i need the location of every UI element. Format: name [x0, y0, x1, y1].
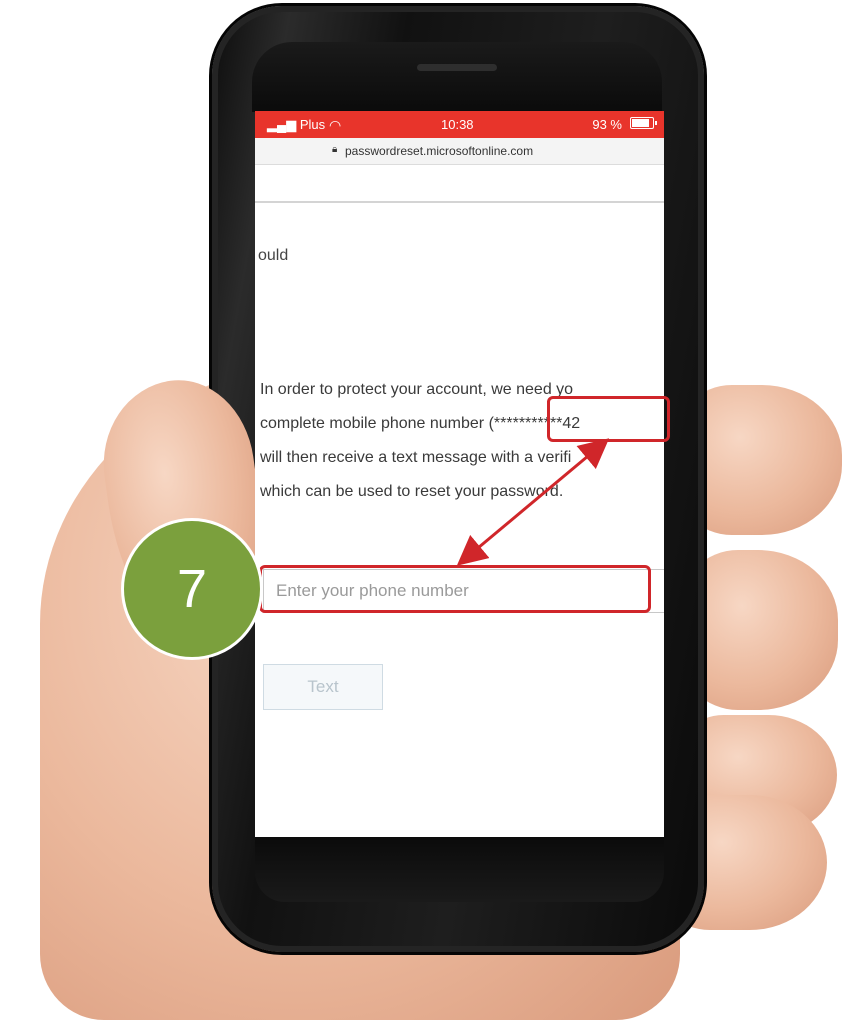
masked-number-highlight [547, 396, 670, 442]
battery-percentage: 93 % [592, 117, 622, 132]
instructions-line: will then receive a text message with a … [260, 449, 572, 466]
battery-icon [630, 117, 657, 129]
wifi-icon: ◠ [329, 117, 342, 133]
address-bar[interactable]: 🔒︎ passwordreset.microsoftonline.com [255, 138, 664, 165]
carrier-label: Plus [299, 117, 326, 132]
status-time: 10:38 [441, 117, 474, 132]
input-highlight [259, 565, 651, 613]
status-bar: ▂▄▆ Plus ◠ 10:38 93 % [255, 111, 664, 138]
signal-icon: ▂▄▆ Plus [267, 117, 326, 132]
phone-top-bezel [252, 42, 662, 112]
header-divider [255, 201, 664, 203]
phone-speaker [417, 64, 497, 71]
step-number-badge: 7 [121, 518, 263, 660]
phone-bottom-bezel [255, 837, 664, 902]
instructions-line: which can be used to reset your password… [260, 483, 564, 500]
partial-text: ould [258, 247, 289, 264]
url-text: passwordreset.microsoftonline.com [345, 144, 534, 158]
lock-icon: 🔒︎ [332, 144, 338, 155]
text-button[interactable]: Text [263, 664, 383, 710]
phone-screen: ▂▄▆ Plus ◠ 10:38 93 % 🔒︎ passwordreset.m… [255, 111, 664, 837]
